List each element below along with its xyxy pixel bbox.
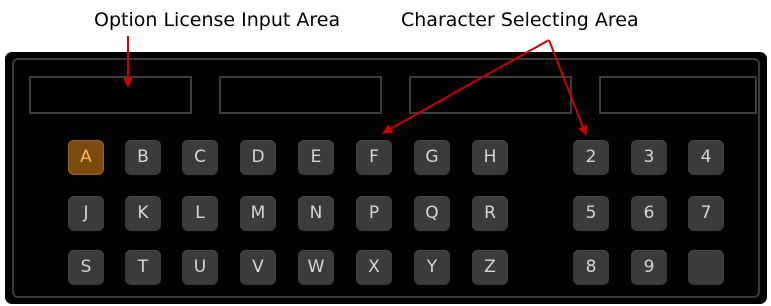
license-input-area-callout: Option License Input Area — [94, 9, 341, 31]
key-9[interactable]: 9 — [631, 250, 667, 285]
license-field-4[interactable] — [599, 76, 757, 114]
key-q[interactable]: Q — [414, 196, 450, 231]
key-e[interactable]: E — [298, 140, 334, 175]
key-5[interactable]: 5 — [573, 196, 609, 231]
key-4[interactable]: 4 — [688, 140, 724, 175]
key-h[interactable]: H — [472, 140, 508, 175]
key-l[interactable]: L — [182, 196, 218, 231]
key-6[interactable]: 6 — [631, 196, 667, 231]
license-field-3[interactable] — [409, 76, 572, 114]
license-field-2[interactable] — [219, 76, 382, 114]
character-selecting-area-callout: Character Selecting Area — [401, 9, 639, 31]
key-2[interactable]: 2 — [573, 140, 609, 175]
key-7[interactable]: 7 — [688, 196, 724, 231]
key-w[interactable]: W — [298, 250, 334, 285]
key-m[interactable]: M — [240, 196, 276, 231]
key-3[interactable]: 3 — [631, 140, 667, 175]
key-g[interactable]: G — [414, 140, 450, 175]
key-d[interactable]: D — [240, 140, 276, 175]
key-blank[interactable] — [688, 250, 724, 285]
key-x[interactable]: X — [356, 250, 392, 285]
key-u[interactable]: U — [182, 250, 218, 285]
key-t[interactable]: T — [125, 250, 161, 285]
key-a[interactable]: A — [68, 140, 104, 175]
key-y[interactable]: Y — [414, 250, 450, 285]
key-8[interactable]: 8 — [573, 250, 609, 285]
key-f[interactable]: F — [356, 140, 392, 175]
key-r[interactable]: R — [472, 196, 508, 231]
key-z[interactable]: Z — [472, 250, 508, 285]
key-n[interactable]: N — [298, 196, 334, 231]
key-b[interactable]: B — [125, 140, 161, 175]
key-s[interactable]: S — [68, 250, 104, 285]
key-c[interactable]: C — [182, 140, 218, 175]
key-v[interactable]: V — [240, 250, 276, 285]
license-field-1[interactable] — [29, 76, 192, 114]
key-p[interactable]: P — [356, 196, 392, 231]
key-j[interactable]: J — [68, 196, 104, 231]
key-k[interactable]: K — [125, 196, 161, 231]
